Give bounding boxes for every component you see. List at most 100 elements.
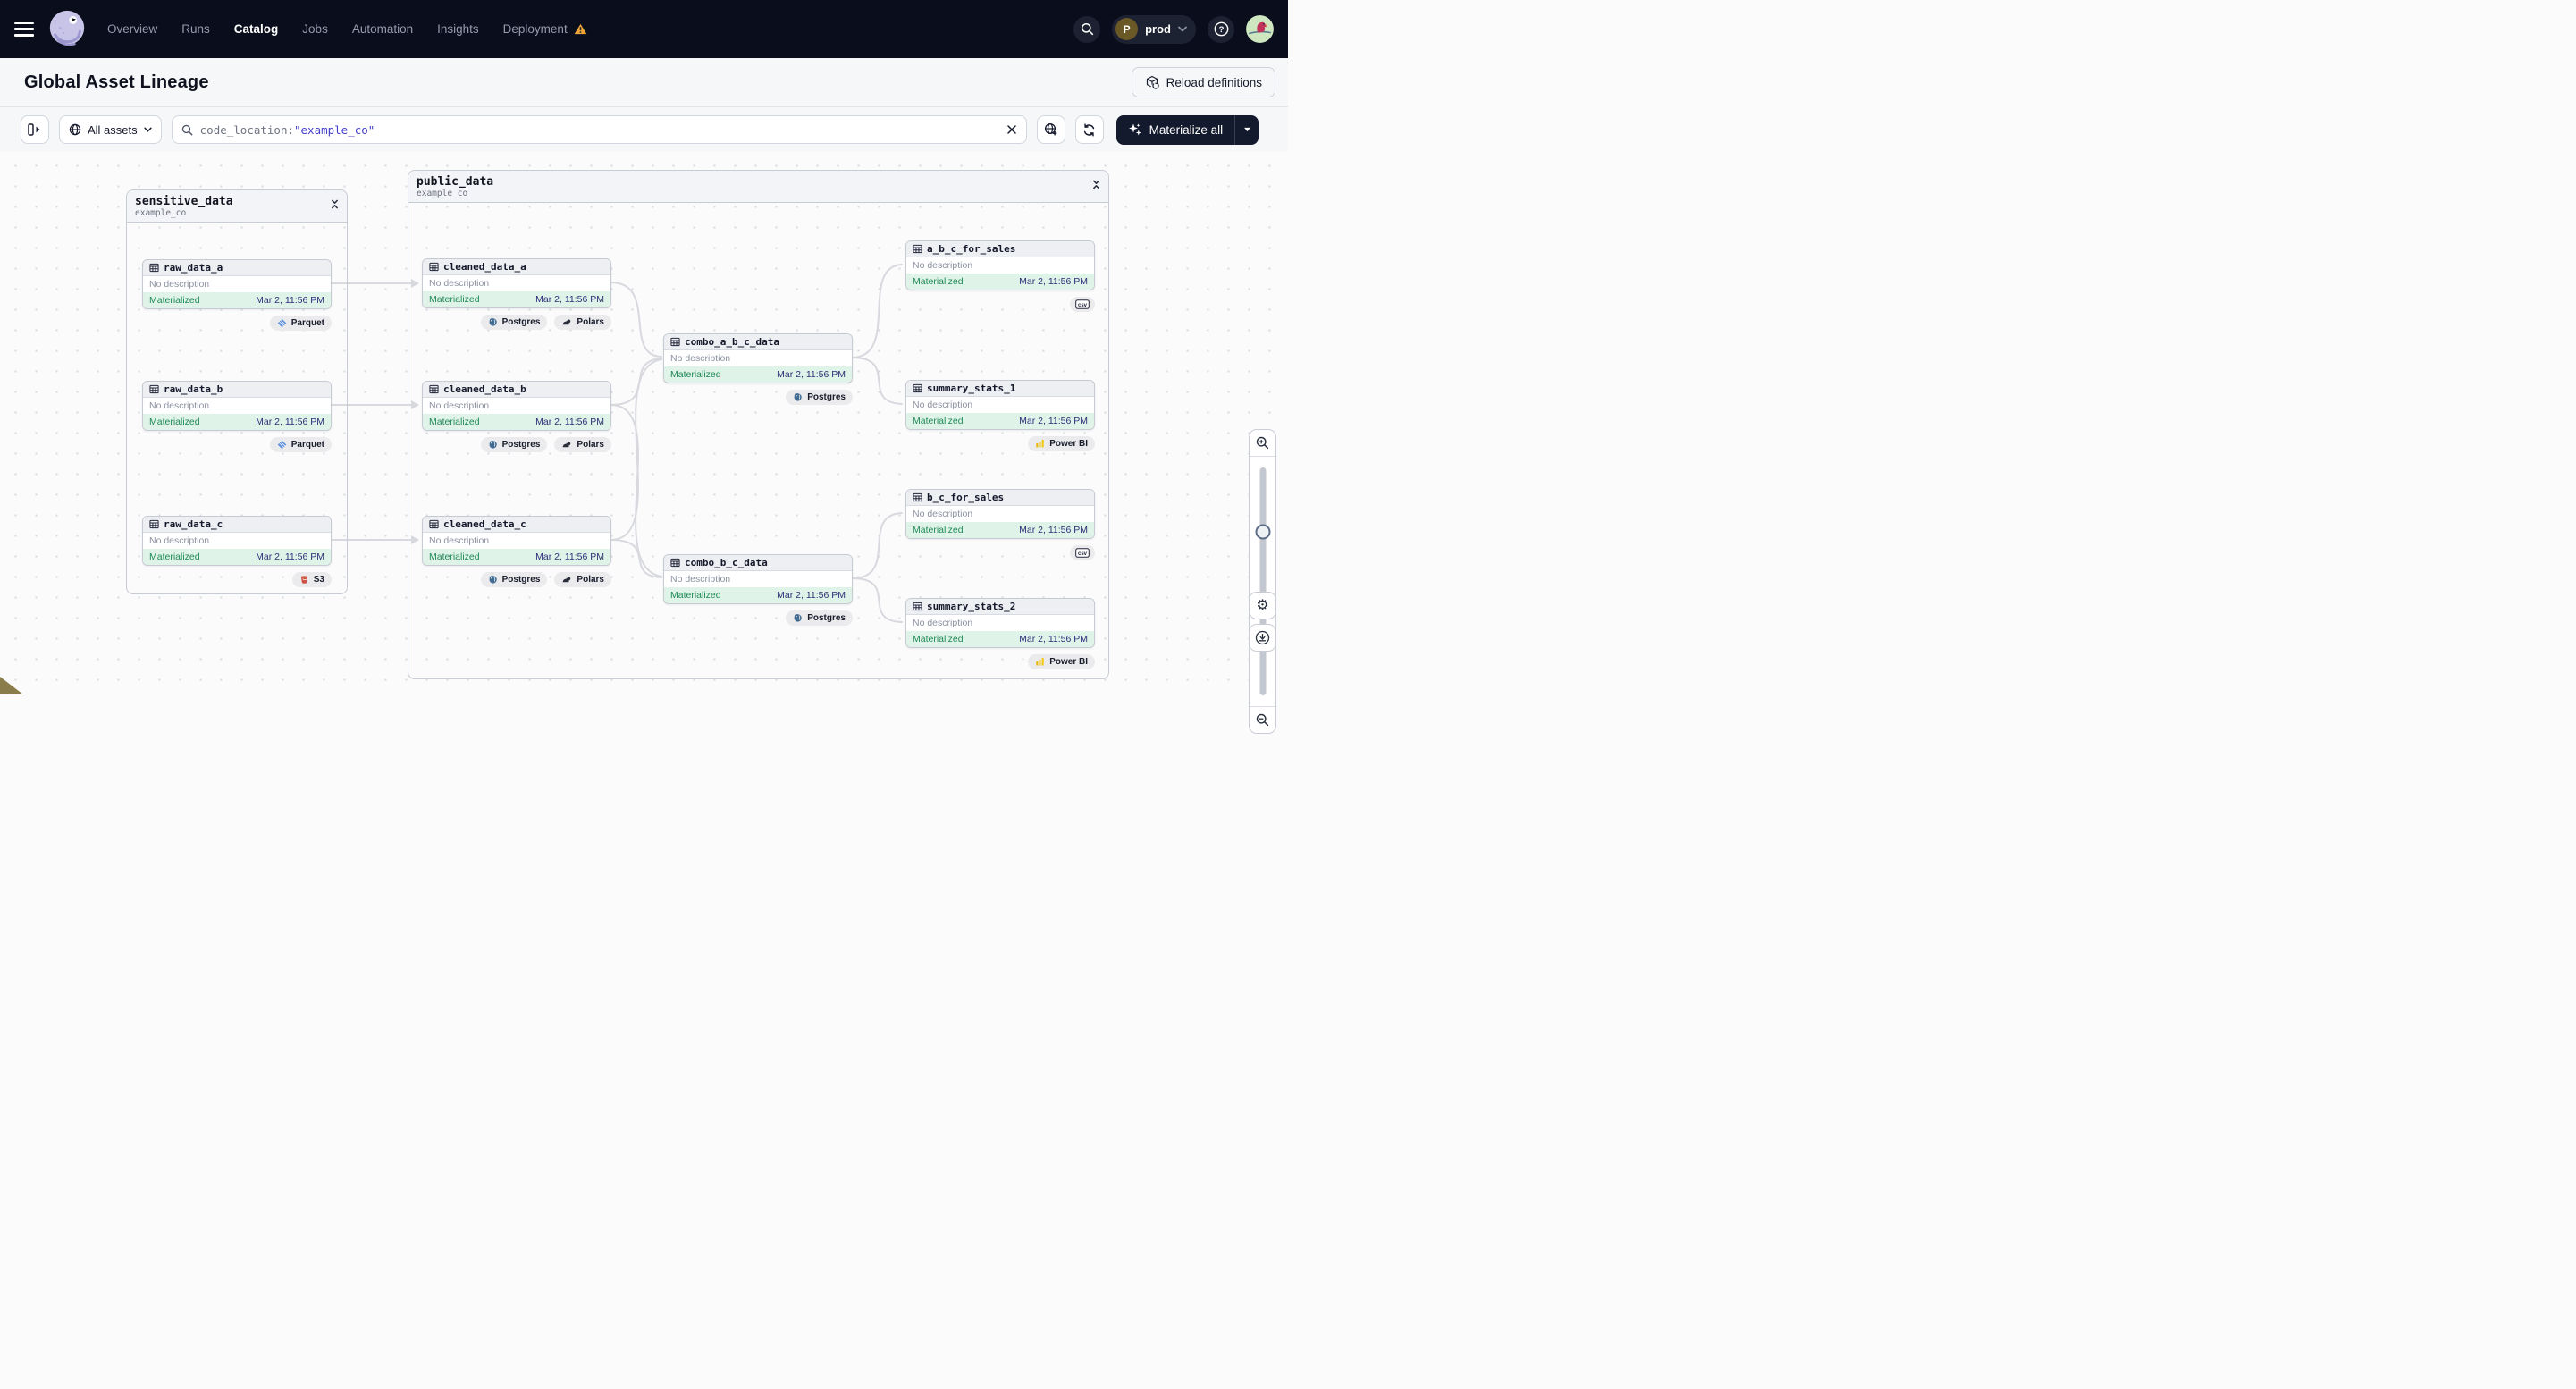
- kind-badge-postgres[interactable]: Postgres: [786, 610, 853, 626]
- status-badge: Materialized: [670, 590, 721, 601]
- materialization-timestamp[interactable]: Mar 2, 11:56 PM: [1019, 276, 1088, 287]
- search-button[interactable]: [1073, 15, 1101, 43]
- materialization-timestamp[interactable]: Mar 2, 11:56 PM: [1019, 525, 1088, 535]
- asset-node[interactable]: raw_data_b No description Materialized M…: [142, 381, 332, 431]
- kind-badge-polars[interactable]: Polars: [554, 315, 611, 330]
- materialization-timestamp[interactable]: Mar 2, 11:56 PM: [535, 294, 604, 305]
- search-query: code_location:"example_co": [200, 123, 375, 137]
- asset-node[interactable]: a_b_c_for_sales No description Materiali…: [905, 240, 1095, 290]
- kind-badge-polars[interactable]: Polars: [554, 572, 611, 587]
- kind-badge-s3[interactable]: S3: [291, 572, 332, 587]
- dagster-logo-icon[interactable]: [46, 9, 88, 50]
- menu-icon[interactable]: [14, 21, 34, 37]
- zoom-out-button[interactable]: [1250, 706, 1275, 733]
- asset-node[interactable]: combo_a_b_c_data No description Material…: [663, 333, 853, 383]
- zoom-slider[interactable]: [1250, 457, 1275, 706]
- kind-badge-postgres[interactable]: Postgres: [480, 437, 548, 452]
- svg-text:?: ?: [1218, 25, 1224, 35]
- kind-badge-postgres[interactable]: Postgres: [480, 572, 548, 587]
- materialization-timestamp[interactable]: Mar 2, 11:56 PM: [777, 369, 846, 380]
- nav-item-deployment[interactable]: Deployment: [503, 22, 587, 36]
- asset-scope-dropdown[interactable]: All assets: [59, 115, 162, 144]
- chevron-down-icon: [143, 127, 152, 132]
- materialization-timestamp[interactable]: Mar 2, 11:56 PM: [256, 551, 324, 562]
- materialization-timestamp[interactable]: Mar 2, 11:56 PM: [1019, 416, 1088, 426]
- asset-description: No description: [429, 535, 490, 546]
- open-panel-button[interactable]: [21, 115, 49, 144]
- materialize-all-label: Materialize all: [1149, 122, 1224, 137]
- asset-group-title: public_data: [417, 175, 494, 189]
- asset-description: No description: [913, 260, 973, 271]
- materialization-timestamp[interactable]: Mar 2, 11:56 PM: [535, 551, 604, 562]
- collapse-group-button[interactable]: [331, 195, 339, 214]
- materialization-timestamp[interactable]: Mar 2, 11:56 PM: [256, 417, 324, 427]
- lineage-canvas[interactable]: sensitive_data example_co public_data ex…: [0, 152, 1288, 734]
- chevron-down-icon: [1178, 26, 1187, 32]
- asset-node[interactable]: cleaned_data_b No description Materializ…: [422, 381, 611, 431]
- table-icon: [149, 384, 159, 394]
- kind-badge-polars[interactable]: Polars: [554, 437, 611, 452]
- asset-node[interactable]: raw_data_c No description Materialized M…: [142, 516, 332, 566]
- asset-node[interactable]: b_c_for_sales No description Materialize…: [905, 489, 1095, 539]
- asset-node[interactable]: summary_stats_2 No description Materiali…: [905, 598, 1095, 648]
- materialization-timestamp[interactable]: Mar 2, 11:56 PM: [256, 295, 324, 306]
- nav-item-jobs[interactable]: Jobs: [302, 22, 328, 36]
- status-badge: Materialized: [913, 276, 964, 287]
- search-input[interactable]: code_location:"example_co": [171, 115, 1027, 144]
- download-graph-button[interactable]: [1249, 624, 1276, 652]
- materialization-timestamp[interactable]: Mar 2, 11:56 PM: [535, 417, 604, 427]
- asset-node-header: combo_a_b_c_data: [664, 334, 852, 350]
- kind-badge-label: Polars: [577, 575, 604, 585]
- deployment-switcher[interactable]: P prod: [1112, 14, 1196, 44]
- nav-item-catalog[interactable]: Catalog: [234, 22, 279, 36]
- asset-group-header[interactable]: public_data example_co: [408, 171, 1108, 203]
- globe-add-icon: [1044, 122, 1056, 136]
- materialize-all-button[interactable]: Materialize all: [1116, 122, 1235, 137]
- asset-node[interactable]: cleaned_data_c No description Materializ…: [422, 516, 611, 566]
- asset-node[interactable]: cleaned_data_a No description Materializ…: [422, 258, 611, 308]
- nav-item-automation[interactable]: Automation: [352, 22, 413, 36]
- asset-group-header[interactable]: sensitive_data example_co: [127, 190, 347, 223]
- clear-search-button[interactable]: [1006, 124, 1017, 135]
- graph-settings-button[interactable]: ⚙: [1249, 592, 1276, 619]
- nav-item-insights[interactable]: Insights: [437, 22, 479, 36]
- kind-badge-postgres[interactable]: Postgres: [786, 390, 853, 405]
- collapse-group-button[interactable]: [1092, 175, 1100, 194]
- kind-badge-csv[interactable]: csv: [1070, 545, 1095, 560]
- user-avatar[interactable]: [1246, 15, 1274, 43]
- postgres-icon: [489, 576, 497, 584]
- filter-globe-button[interactable]: [1036, 115, 1065, 144]
- s3-icon: [300, 576, 307, 584]
- zoom-slider-track[interactable]: [1259, 467, 1266, 695]
- materialization-timestamp[interactable]: Mar 2, 11:56 PM: [777, 590, 846, 601]
- materialize-options-button[interactable]: [1234, 114, 1259, 145]
- kind-badge-label: Polars: [577, 440, 604, 450]
- asset-node[interactable]: raw_data_a No description Materialized M…: [142, 259, 332, 309]
- refresh-button[interactable]: [1074, 115, 1104, 144]
- kind-badge-postgres[interactable]: Postgres: [480, 315, 548, 330]
- reload-definitions-button[interactable]: Reload definitions: [1131, 67, 1275, 97]
- kind-badge-parquet[interactable]: Parquet: [269, 437, 332, 452]
- kind-badge-parquet[interactable]: Parquet: [269, 316, 332, 331]
- kind-badge-powerbi[interactable]: Power BI: [1028, 654, 1095, 669]
- nav-item-runs[interactable]: Runs: [181, 22, 210, 36]
- nav-item-overview[interactable]: Overview: [107, 22, 157, 36]
- asset-node[interactable]: combo_b_c_data No description Materializ…: [663, 554, 853, 604]
- help-button[interactable]: ?: [1208, 15, 1234, 43]
- status-badge: Materialized: [429, 417, 480, 427]
- reload-definitions-label: Reload definitions: [1166, 75, 1262, 89]
- page-title: Global Asset Lineage: [24, 72, 209, 92]
- status-badge: Materialized: [149, 295, 200, 306]
- polars-icon: [563, 319, 571, 325]
- status-badge: Materialized: [149, 551, 200, 562]
- kind-badge-csv[interactable]: csv: [1070, 297, 1095, 312]
- asset-node-header: summary_stats_1: [906, 381, 1094, 397]
- kind-badge-powerbi[interactable]: Power BI: [1028, 436, 1095, 451]
- asset-node[interactable]: summary_stats_1 No description Materiali…: [905, 380, 1095, 430]
- zoom-in-button[interactable]: [1250, 430, 1275, 457]
- asset-status-row: Materialized Mar 2, 11:56 PM: [664, 587, 852, 603]
- materialization-timestamp[interactable]: Mar 2, 11:56 PM: [1019, 634, 1088, 644]
- zoom-slider-thumb[interactable]: [1255, 524, 1270, 540]
- asset-description: No description: [913, 400, 973, 410]
- asset-description: No description: [670, 574, 731, 585]
